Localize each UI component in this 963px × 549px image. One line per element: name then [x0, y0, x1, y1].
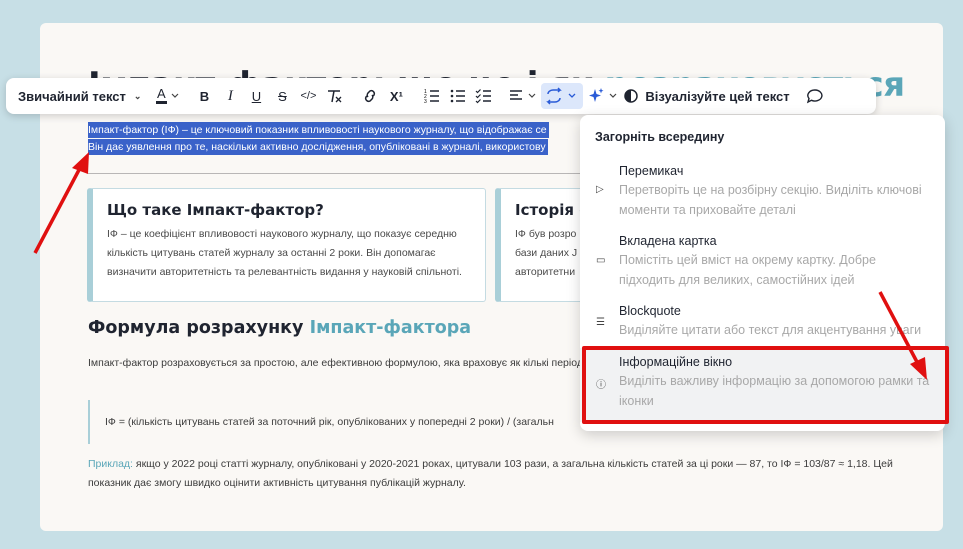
- arrow-to-info-box: [878, 291, 919, 363]
- arrow-to-selection-head: [72, 152, 89, 174]
- arrow-to-info-box-head: [910, 357, 927, 380]
- annotation-arrows: [33, 152, 927, 380]
- arrow-to-selection: [33, 167, 82, 254]
